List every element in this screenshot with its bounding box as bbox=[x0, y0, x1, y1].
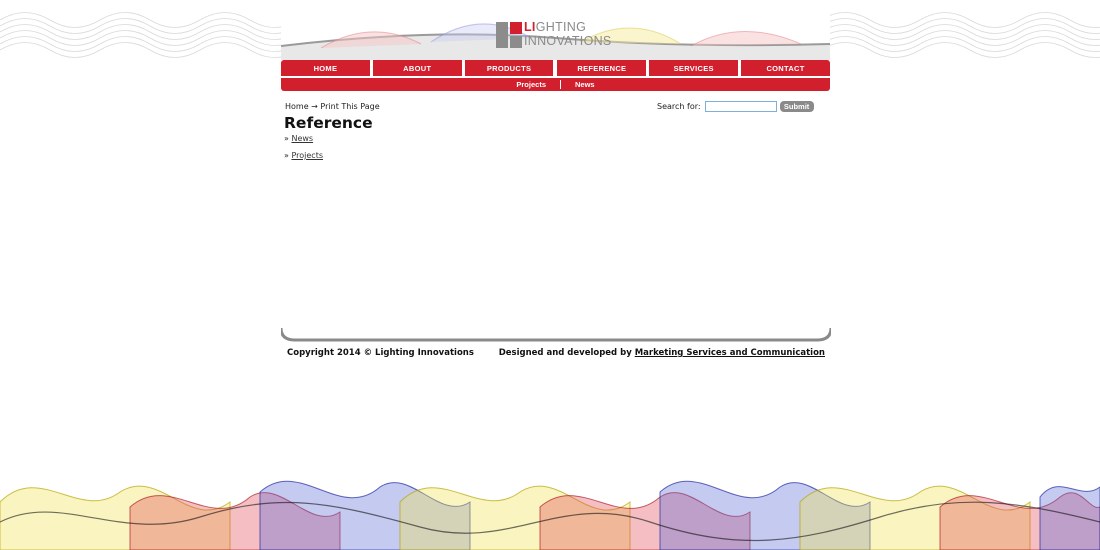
search-input[interactable] bbox=[704, 101, 777, 112]
main-nav: HOME ABOUT PRODUCTS REFERENCE SERVICES C… bbox=[281, 60, 830, 76]
search-form: Search for: Submit bbox=[657, 101, 814, 112]
breadcrumb-home-link[interactable]: Home bbox=[285, 102, 309, 111]
credit-text: Designed and developed by Marketing Serv… bbox=[499, 348, 825, 358]
sub-nav: Projects News bbox=[281, 78, 830, 91]
copyright-text: Copyright 2014 © Lighting Innovations bbox=[287, 348, 474, 358]
logo-text-rest: GHTING bbox=[535, 20, 587, 34]
site-footer: Copyright 2014 © Lighting Innovations De… bbox=[281, 348, 831, 360]
logo-text-line2: INNOVATIONS bbox=[524, 34, 612, 48]
subnav-item-projects[interactable]: Projects bbox=[502, 80, 560, 89]
page-container: LIGHTING INNOVATIONS HOME ABOUT PRODUCTS… bbox=[281, 8, 830, 346]
bullet-marker: » bbox=[284, 134, 289, 143]
search-submit-button[interactable]: Submit bbox=[779, 101, 814, 112]
list-item: » Projects bbox=[284, 151, 323, 168]
subnav-item-news[interactable]: News bbox=[561, 80, 609, 89]
logo-wordmark: LIGHTING INNOVATIONS bbox=[524, 20, 612, 48]
site-logo[interactable]: LIGHTING INNOVATIONS bbox=[496, 20, 616, 50]
logo-mark-icon bbox=[496, 22, 522, 48]
list-item: » News bbox=[284, 134, 323, 151]
bottom-color-waves bbox=[0, 480, 1100, 550]
projects-link[interactable]: Projects bbox=[291, 151, 323, 160]
breadcrumb: Home → Print This Page bbox=[285, 102, 380, 111]
credit-link[interactable]: Marketing Services and Communication bbox=[635, 348, 825, 358]
reference-links: » News » Projects bbox=[284, 134, 323, 168]
nav-item-home[interactable]: HOME bbox=[281, 60, 373, 76]
nav-item-services[interactable]: SERVICES bbox=[649, 60, 742, 76]
page-bottom-curve bbox=[281, 327, 831, 342]
search-label: Search for: bbox=[657, 102, 701, 111]
print-page-link[interactable]: Print This Page bbox=[320, 102, 379, 111]
breadcrumb-arrow: → bbox=[311, 102, 318, 111]
nav-item-contact[interactable]: CONTACT bbox=[741, 60, 830, 76]
nav-item-about[interactable]: ABOUT bbox=[373, 60, 465, 76]
nav-item-reference[interactable]: REFERENCE bbox=[556, 60, 650, 76]
logo-text-first: LI bbox=[524, 20, 536, 34]
nav-item-products[interactable]: PRODUCTS bbox=[465, 60, 557, 76]
site-header: LIGHTING INNOVATIONS bbox=[281, 8, 830, 60]
credit-prefix: Designed and developed by bbox=[498, 348, 632, 358]
page-title: Reference bbox=[284, 114, 373, 132]
news-link[interactable]: News bbox=[291, 134, 313, 143]
bullet-marker: » bbox=[284, 151, 289, 160]
